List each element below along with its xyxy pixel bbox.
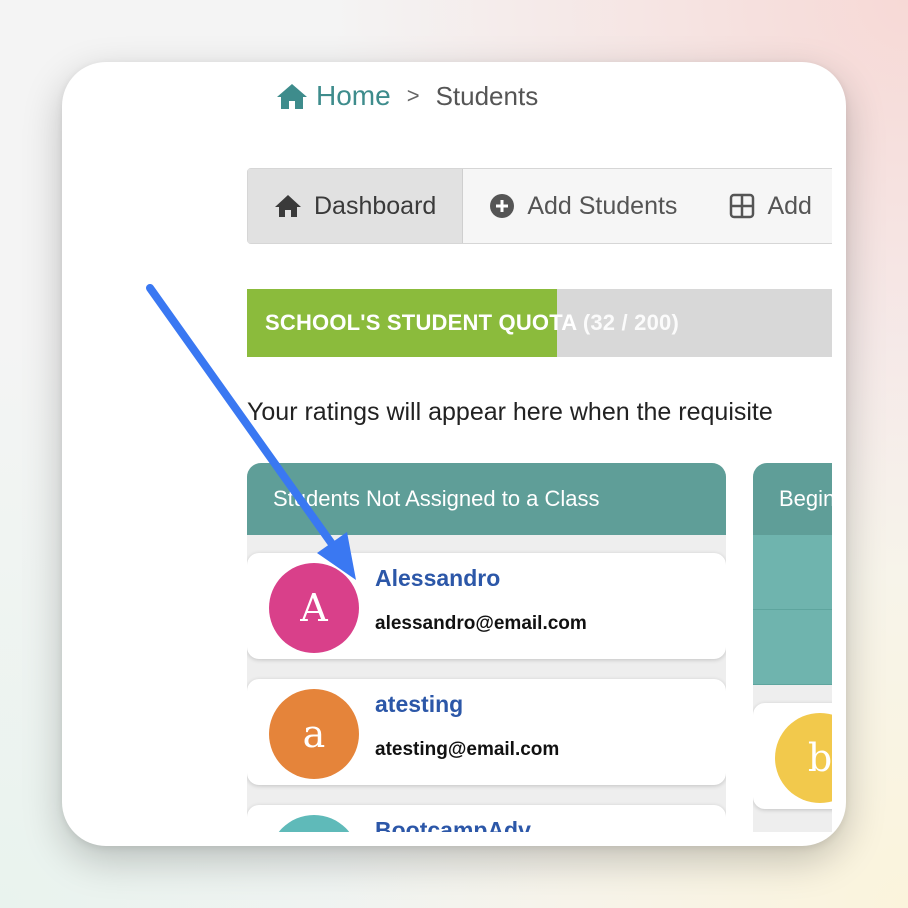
grid-icon bbox=[730, 193, 755, 219]
panel-title: Students Not Assigned to a Class bbox=[247, 463, 726, 535]
ratings-message: Your ratings will appear here when the r… bbox=[247, 398, 773, 426]
quota-count: (32 / 200) bbox=[582, 310, 680, 335]
student-email: alessandro@email.com bbox=[375, 613, 587, 634]
divider bbox=[753, 609, 832, 610]
avatar: a bbox=[269, 689, 359, 779]
tab-bar: Dashboard Add Students Add bbox=[247, 168, 832, 244]
tab-add-students-label: Add Students bbox=[527, 191, 678, 220]
student-card[interactable]: B BootcampAdv bbox=[247, 805, 726, 832]
class-panel: Begin b bbox=[753, 463, 832, 832]
tab-add-class-label: Add bbox=[767, 191, 812, 220]
avatar: B bbox=[269, 815, 359, 832]
student-card[interactable]: a atesting atesting@email.com bbox=[247, 679, 726, 785]
plus-circle-icon bbox=[490, 194, 515, 218]
panel-title: Begin bbox=[753, 463, 832, 535]
window: Home > Students Dashboard Add Students A… bbox=[62, 62, 846, 846]
avatar: A bbox=[269, 563, 359, 653]
student-name-link[interactable]: Alessandro bbox=[375, 565, 500, 592]
tab-dashboard-label: Dashboard bbox=[314, 191, 437, 220]
student-quota-bar: SCHOOL'S STUDENT QUOTA (32 / 200) bbox=[247, 289, 832, 357]
tab-dashboard[interactable]: Dashboard bbox=[248, 169, 464, 243]
unassigned-students-panel: Students Not Assigned to a Class A Aless… bbox=[247, 463, 726, 832]
breadcrumb-separator: > bbox=[406, 83, 420, 108]
breadcrumb-home-link[interactable]: Home bbox=[276, 80, 391, 112]
avatar: b bbox=[775, 713, 832, 803]
student-email: atesting@email.com bbox=[375, 739, 560, 760]
quota-label: SCHOOL'S STUDENT QUOTA (32 / 200) bbox=[265, 289, 679, 357]
home-icon bbox=[277, 84, 307, 109]
tab-add-students[interactable]: Add Students bbox=[463, 169, 703, 243]
student-name-link[interactable]: atesting bbox=[375, 691, 463, 718]
class-summary-block bbox=[753, 535, 832, 685]
student-card[interactable]: A Alessandro alessandro@email.com bbox=[247, 553, 726, 659]
tab-add-class[interactable]: Add bbox=[703, 169, 832, 243]
student-card[interactable]: b bbox=[753, 703, 832, 809]
page-viewport: Home > Students Dashboard Add Students A… bbox=[62, 62, 832, 832]
breadcrumb-current: Students bbox=[435, 80, 539, 111]
breadcrumb: Home > Students bbox=[276, 78, 538, 114]
breadcrumb-home-label: Home bbox=[316, 80, 391, 111]
home-icon bbox=[275, 195, 301, 217]
student-name-link[interactable]: BootcampAdv bbox=[375, 817, 531, 832]
quota-title: SCHOOL'S STUDENT QUOTA bbox=[265, 310, 577, 335]
